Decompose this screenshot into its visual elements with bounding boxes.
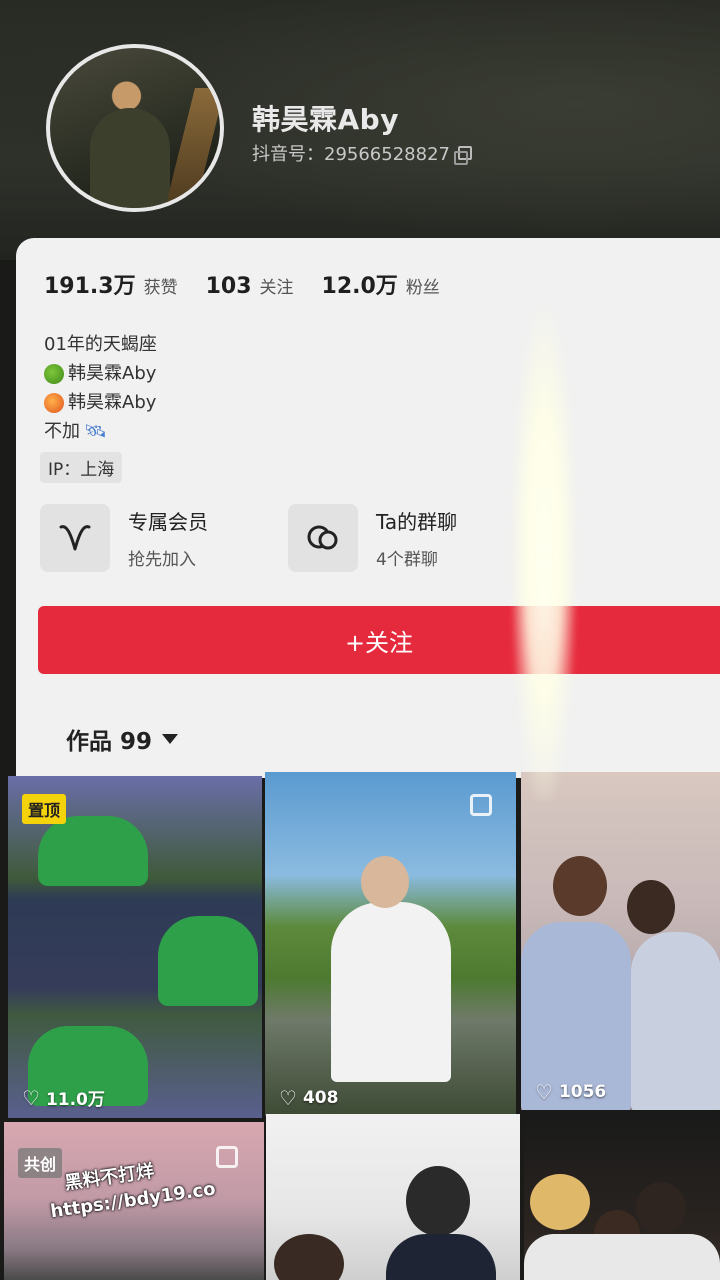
nickname: 韩昊霖Aby (252, 103, 399, 136)
multi-image-icon (216, 1146, 238, 1168)
bio-line-text: 韩昊霖Aby (68, 363, 157, 384)
douyin-id-text: 抖音号：29566528827 (252, 144, 450, 165)
stat-value: 191.3万 (44, 274, 136, 299)
likes-count: ♡ 1056 (535, 1082, 606, 1102)
stat-label: 粉丝 (405, 278, 440, 298)
multi-image-icon (470, 794, 492, 816)
chat-bubble-icon (288, 504, 358, 572)
group-chat-entry[interactable]: Ta的群聊 4个群聊 (288, 504, 457, 572)
stat-value: 12.0万 (321, 274, 398, 299)
follow-button[interactable]: +关注 (38, 606, 720, 674)
ip-location-tag: IP：上海 (40, 452, 123, 483)
video-tile[interactable]: ♡ 408 (265, 772, 516, 1116)
bio-line: 不加 🛰 (44, 417, 157, 446)
pinned-badge: 置顶 (22, 794, 67, 824)
likes-count: ♡ 408 (279, 1088, 338, 1108)
likes-count: ♡ 11.0万 (22, 1085, 105, 1111)
group-subtitle: 4个群聊 (376, 550, 438, 570)
bio-line: 韩昊霖Aby (44, 359, 157, 388)
stats-row: 191.3万 获赞 103 关注 12.0万 粉丝 (44, 268, 440, 300)
v-heart-icon (40, 504, 110, 572)
stat-label: 获赞 (143, 278, 178, 298)
caret-down-icon (162, 734, 179, 744)
heart-icon: ♡ (22, 1085, 40, 1110)
likes-value: 11.0万 (45, 1090, 105, 1110)
likes-value: 1056 (558, 1082, 607, 1102)
bio: 01年的天蝎座 韩昊霖Aby 韩昊霖Aby 不加 🛰 (44, 330, 157, 446)
video-tile[interactable]: ♡ 1056 (521, 772, 720, 1110)
bio-line-text: 不加 (44, 421, 80, 442)
bio-line: 01年的天蝎座 (44, 334, 157, 355)
video-tile[interactable] (524, 1114, 720, 1280)
light-glare (512, 310, 576, 800)
video-tile[interactable] (266, 1114, 520, 1280)
gecko-emoji-icon (44, 363, 64, 384)
member-subtitle: 抢先加入 (128, 550, 196, 570)
member-entry[interactable]: 专属会员 抢先加入 (40, 504, 208, 572)
stat-following[interactable]: 103 关注 (206, 273, 294, 299)
avatar[interactable] (46, 44, 224, 212)
likes-value: 408 (302, 1088, 339, 1108)
heart-icon: ♡ (535, 1080, 553, 1104)
stat-value: 103 (205, 274, 252, 299)
satellite-emoji-icon: 🛰 (84, 421, 107, 442)
copy-icon[interactable] (453, 146, 472, 165)
sushi-emoji-icon (44, 392, 64, 413)
heart-icon: ♡ (279, 1086, 297, 1110)
member-title: 专属会员 (128, 510, 208, 534)
video-tile[interactable]: 置顶 ♡ 11.0万 (8, 776, 262, 1118)
stat-followers[interactable]: 12.0万 粉丝 (322, 268, 440, 300)
bio-line: 韩昊霖Aby (44, 388, 157, 417)
works-label: 作品 99 (66, 729, 153, 755)
bio-line-text: 韩昊霖Aby (68, 392, 157, 413)
group-title: Ta的群聊 (376, 510, 458, 534)
stat-likes[interactable]: 191.3万 获赞 (44, 268, 178, 300)
stat-label: 关注 (259, 278, 294, 298)
works-tab[interactable]: 作品 99 (66, 722, 179, 756)
douyin-id: 抖音号：29566528827 (252, 140, 472, 166)
